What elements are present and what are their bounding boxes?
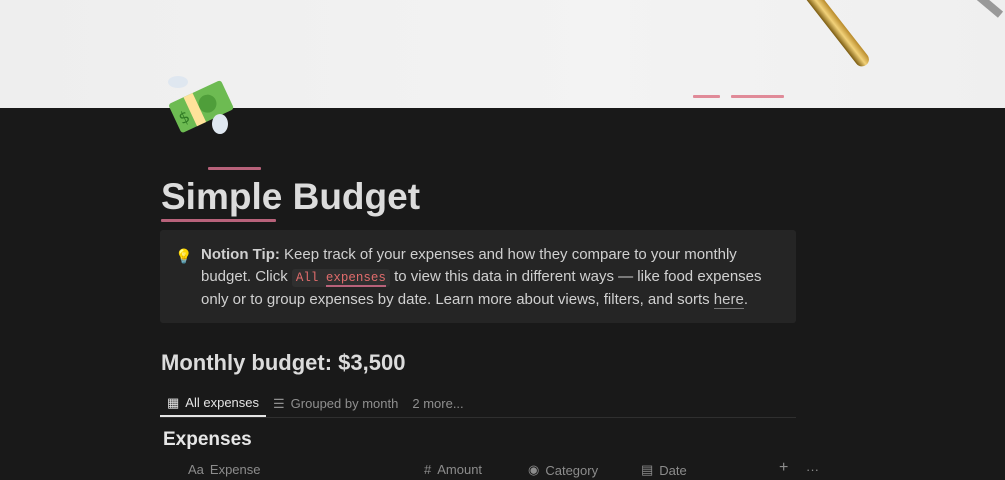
tab-all-expenses[interactable]: ▦ All expenses (160, 390, 267, 417)
spellcheck-mark (161, 219, 276, 222)
calendar-icon: ▤ (641, 462, 654, 477)
column-header-category[interactable]: ◉ Category (528, 462, 598, 478)
inline-code: All expenses (291, 268, 390, 287)
pen-image (802, 0, 872, 70)
select-icon: ◉ (528, 462, 540, 477)
column-header-date[interactable]: ▤ Date (641, 462, 687, 478)
spellcheck-mark (693, 95, 720, 98)
tab-grouped-by-month[interactable]: ☰ Grouped by month (266, 390, 405, 417)
tab-more[interactable]: 2 more... (405, 390, 470, 417)
tip-text: . (743, 291, 748, 308)
here-link[interactable]: here (713, 291, 744, 309)
column-label: Amount (437, 462, 483, 477)
column-label: Date (659, 462, 687, 478)
more-options-button[interactable]: ··· (806, 462, 819, 477)
tab-label: All expenses (185, 395, 260, 410)
budget-heading: Monthly budget: $3,500 (161, 350, 406, 375)
column-label: Expense (209, 462, 261, 477)
column-header-expense[interactable]: Aa Expense (188, 462, 261, 477)
money-with-wings-icon[interactable]: $ (162, 72, 234, 138)
page-cover (0, 0, 1005, 108)
code-word: expenses (325, 270, 386, 287)
number-type-icon: # (424, 462, 432, 477)
tab-label: Grouped by month (290, 396, 399, 411)
text-type-icon: Aa (188, 462, 204, 477)
pen-image-2 (974, 0, 1004, 18)
column-header-amount[interactable]: # Amount (424, 462, 482, 477)
column-label: Category (545, 462, 599, 478)
add-column-button[interactable]: + (779, 459, 788, 477)
database-title[interactable]: Expenses (163, 429, 252, 451)
tab-label: 2 more... (412, 396, 464, 411)
lightbulb-icon: 💡 (175, 248, 193, 264)
tip-label: Notion Tip: (201, 246, 280, 263)
tip-callout: 💡 Notion Tip: Keep track of your expense… (160, 230, 796, 323)
view-tabs: ▦ All expenses ☰ Grouped by month 2 more..… (160, 390, 796, 418)
spellcheck-mark (208, 167, 261, 170)
list-icon: ☰ (273, 395, 285, 411)
spellcheck-mark (731, 95, 784, 98)
code-word: All (295, 270, 319, 285)
table-icon: ▦ (167, 394, 180, 410)
page-title[interactable]: Simple Budget (161, 176, 420, 218)
